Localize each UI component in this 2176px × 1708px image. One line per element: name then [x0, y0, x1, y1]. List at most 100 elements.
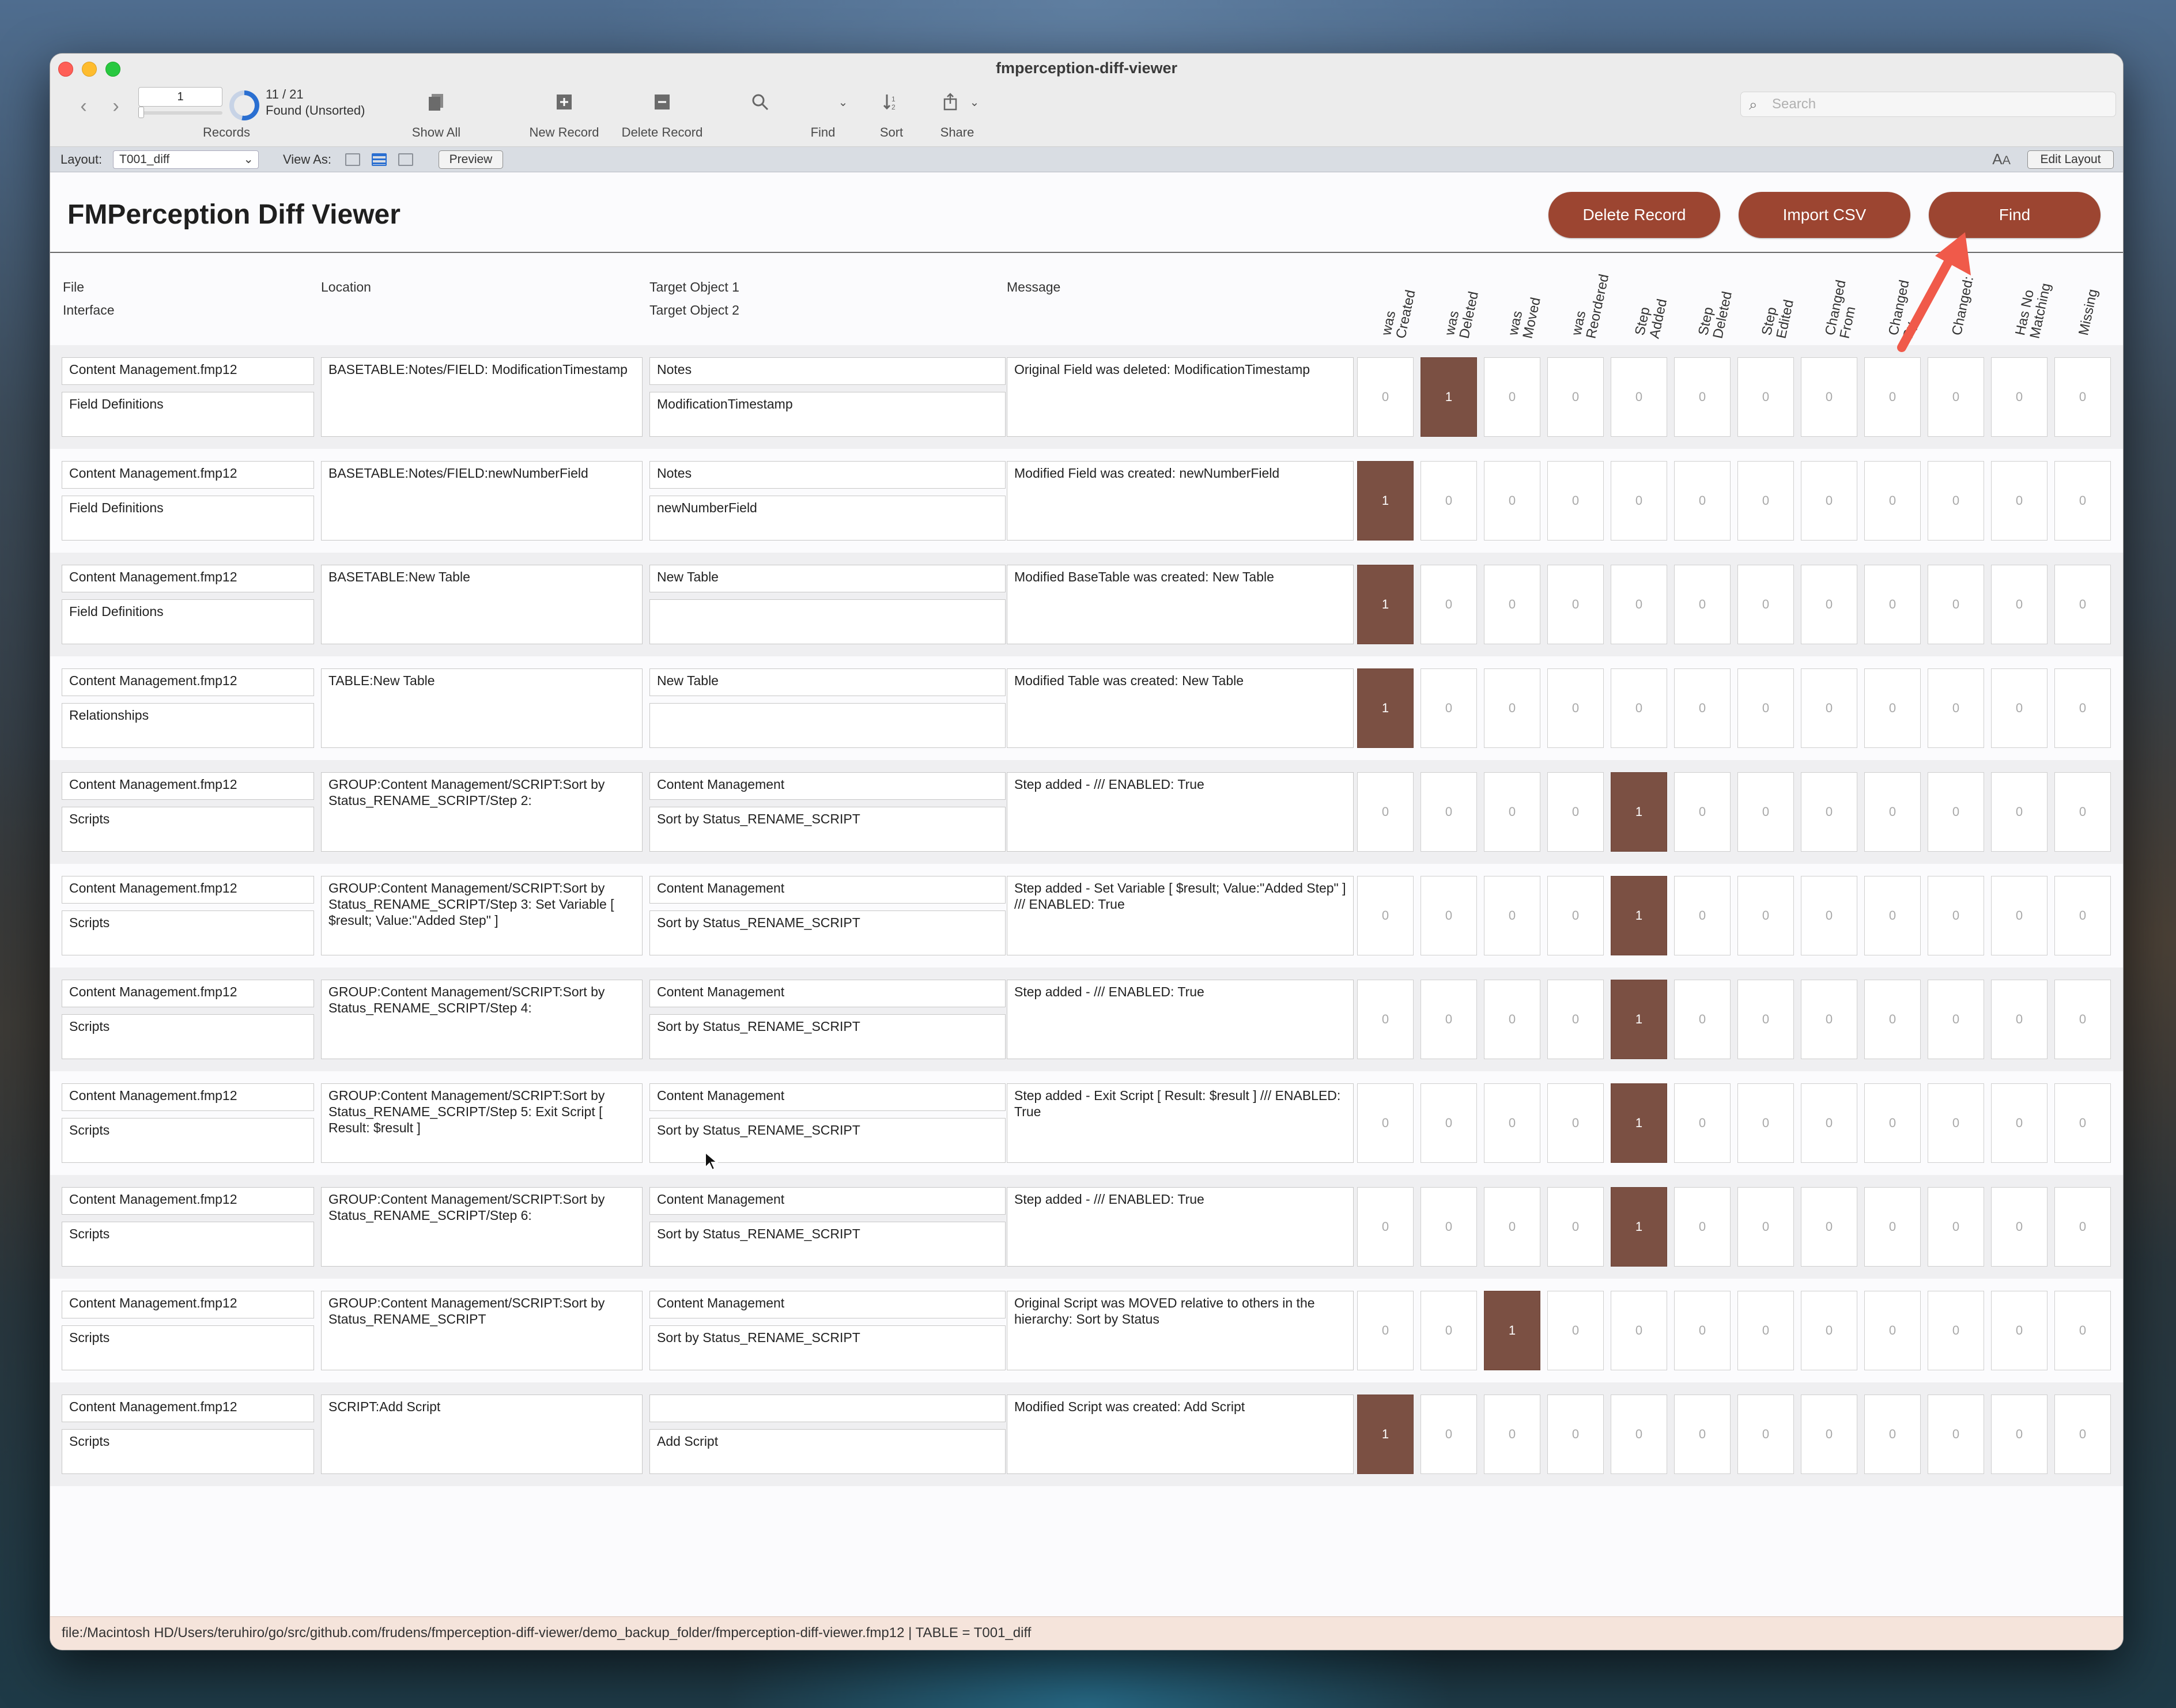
table-row[interactable]: Content Management.fmp12 Field Definition…	[50, 449, 2123, 553]
flag-field[interactable]: 0	[1421, 668, 1477, 748]
flag-field[interactable]: 0	[1928, 876, 1984, 955]
flag-field[interactable]: 0	[1864, 772, 1921, 852]
flag-field[interactable]: 1	[1357, 565, 1414, 644]
flag-field[interactable]: 0	[2054, 565, 2111, 644]
flag-field[interactable]: 0	[1991, 668, 2047, 748]
message-field[interactable]: Modified Table was created: New Table	[1007, 668, 1354, 748]
flag-field[interactable]: 1	[1611, 772, 1667, 852]
interface-field[interactable]: Scripts	[62, 910, 314, 955]
flag-field[interactable]: 0	[1864, 1395, 1921, 1474]
find-button[interactable]: Find	[1929, 192, 2101, 238]
flag-field[interactable]: 0	[1357, 1291, 1414, 1370]
target-object-1-field[interactable]: Content Management	[649, 876, 1006, 904]
flag-field[interactable]: 0	[1991, 357, 2047, 437]
flag-field[interactable]: 0	[1801, 1291, 1857, 1370]
flag-field[interactable]: 0	[1674, 1083, 1731, 1163]
flag-field[interactable]: 0	[1547, 980, 1604, 1059]
flag-field[interactable]: 0	[1547, 1187, 1604, 1267]
file-field[interactable]: Content Management.fmp12	[62, 461, 314, 489]
flag-field[interactable]: 0	[2054, 1187, 2111, 1267]
table-row[interactable]: Content Management.fmp12 Scripts GROUP:Con…	[50, 864, 2123, 968]
flag-field[interactable]: 0	[1737, 1395, 1794, 1474]
interface-field[interactable]: Scripts	[62, 807, 314, 852]
flag-field[interactable]: 0	[1547, 668, 1604, 748]
flag-field[interactable]: 0	[1674, 772, 1731, 852]
location-field[interactable]: BASETABLE:Notes/FIELD: ModificationTimes…	[321, 357, 643, 437]
delete-record-icon[interactable]	[651, 90, 674, 114]
target-object-2-field[interactable]: newNumberField	[649, 496, 1006, 541]
target-object-1-field[interactable]: Content Management	[649, 772, 1006, 800]
flag-field[interactable]: 0	[1991, 1291, 2047, 1370]
target-object-2-field[interactable]: Sort by Status_RENAME_SCRIPT	[649, 1222, 1006, 1267]
flag-field[interactable]: 0	[1991, 876, 2047, 955]
flag-field[interactable]: 0	[1928, 357, 1984, 437]
flag-field[interactable]: 1	[1611, 1187, 1667, 1267]
target-object-2-field[interactable]: Sort by Status_RENAME_SCRIPT	[649, 1118, 1006, 1163]
flag-field[interactable]: 0	[1484, 1083, 1540, 1163]
flag-field[interactable]: 0	[1801, 565, 1857, 644]
share-button[interactable]: Share	[940, 125, 974, 140]
flag-field[interactable]: 0	[1864, 876, 1921, 955]
flag-field[interactable]: 0	[1484, 565, 1540, 644]
flag-field[interactable]: 1	[1484, 1291, 1540, 1370]
flag-field[interactable]: 0	[1547, 876, 1604, 955]
interface-field[interactable]: Scripts	[62, 1118, 314, 1163]
flag-field[interactable]: 0	[1801, 357, 1857, 437]
flag-field[interactable]: 0	[2054, 357, 2111, 437]
flag-field[interactable]: 0	[1357, 1187, 1414, 1267]
flag-field[interactable]: 1	[1357, 461, 1414, 541]
interface-field[interactable]: Scripts	[62, 1325, 314, 1370]
flag-field[interactable]: 0	[1864, 1083, 1921, 1163]
message-field[interactable]: Step added - /// ENABLED: True	[1007, 1187, 1354, 1267]
target-object-1-field[interactable]: Content Management	[649, 1291, 1006, 1318]
interface-field[interactable]: Scripts	[62, 1014, 314, 1059]
flag-field[interactable]: 0	[1864, 1291, 1921, 1370]
flag-field[interactable]: 0	[1674, 357, 1731, 437]
flag-field[interactable]: 0	[1991, 980, 2047, 1059]
flag-field[interactable]: 0	[1421, 461, 1477, 541]
flag-field[interactable]: 0	[1484, 357, 1540, 437]
flag-field[interactable]: 0	[1421, 772, 1477, 852]
file-field[interactable]: Content Management.fmp12	[62, 565, 314, 592]
flag-field[interactable]: 0	[1864, 357, 1921, 437]
table-row[interactable]: Content Management.fmp12 Scripts SCRIPT:Ad…	[50, 1382, 2123, 1486]
flag-field[interactable]: 1	[1357, 1395, 1414, 1474]
flag-field[interactable]: 0	[2054, 980, 2111, 1059]
file-field[interactable]: Content Management.fmp12	[62, 1083, 314, 1111]
flag-field[interactable]: 1	[1611, 980, 1667, 1059]
location-field[interactable]: GROUP:Content Management/SCRIPT:Sort by …	[321, 1083, 643, 1163]
next-record-icon[interactable]: ›	[104, 95, 127, 118]
flag-field[interactable]: 0	[1547, 565, 1604, 644]
location-field[interactable]: GROUP:Content Management/SCRIPT:Sort by …	[321, 1291, 643, 1370]
flag-field[interactable]: 0	[1611, 461, 1667, 541]
interface-field[interactable]: Field Definitions	[62, 496, 314, 541]
target-object-2-field[interactable]: Sort by Status_RENAME_SCRIPT	[649, 807, 1006, 852]
flag-field[interactable]: 0	[1737, 980, 1794, 1059]
target-object-2-field[interactable]	[649, 599, 1006, 644]
flag-field[interactable]: 0	[1737, 1083, 1794, 1163]
message-field[interactable]: Step added - Exit Script [ Result: $resu…	[1007, 1083, 1354, 1163]
file-field[interactable]: Content Management.fmp12	[62, 1187, 314, 1215]
flag-field[interactable]: 0	[1484, 461, 1540, 541]
flag-field[interactable]: 0	[1484, 876, 1540, 955]
location-field[interactable]: GROUP:Content Management/SCRIPT:Sort by …	[321, 772, 643, 852]
target-object-1-field[interactable]: New Table	[649, 668, 1006, 696]
flag-field[interactable]: 0	[1674, 1291, 1731, 1370]
show-all-button[interactable]: Show All	[412, 125, 460, 140]
flag-field[interactable]: 0	[1737, 668, 1794, 748]
edit-layout-button[interactable]: Edit Layout	[2027, 150, 2114, 169]
flag-field[interactable]: 0	[1991, 1187, 2047, 1267]
flag-field[interactable]: 0	[1737, 357, 1794, 437]
file-field[interactable]: Content Management.fmp12	[62, 357, 314, 385]
find-toolbar-button[interactable]: Find	[811, 125, 836, 140]
flag-field[interactable]: 0	[1547, 1291, 1604, 1370]
target-object-2-field[interactable]: Sort by Status_RENAME_SCRIPT	[649, 1325, 1006, 1370]
flag-field[interactable]: 0	[2054, 1083, 2111, 1163]
flag-field[interactable]: 0	[1737, 565, 1794, 644]
message-field[interactable]: Modified Script was created: Add Script	[1007, 1395, 1354, 1474]
flag-field[interactable]: 0	[1991, 1083, 2047, 1163]
list-view-icon[interactable]	[372, 153, 387, 166]
target-object-2-field[interactable]: ModificationTimestamp	[649, 392, 1006, 437]
flag-field[interactable]: 0	[1928, 1395, 1984, 1474]
flag-field[interactable]: 0	[1484, 772, 1540, 852]
